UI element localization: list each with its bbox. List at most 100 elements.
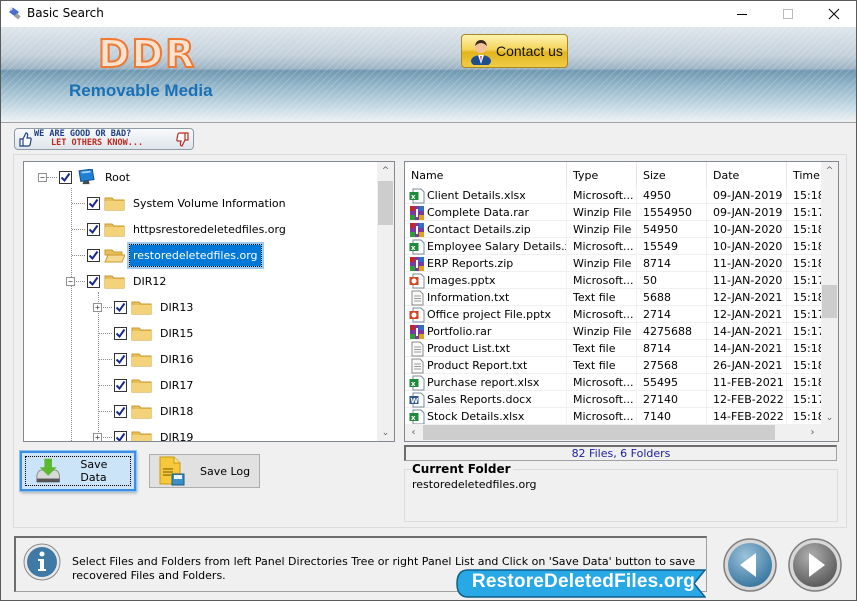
window-title: Basic Search [27,6,104,20]
column-header-name[interactable]: Name [405,162,567,187]
collapse-icon[interactable]: − [38,172,47,182]
tree-vertical-scrollbar[interactable]: ^ ⌄ [377,162,394,441]
file-list-row[interactable]: x Client Details.xlsx Microsoft... 4950 09-J… [405,187,827,204]
tree-item[interactable]: + DIR13 [93,294,196,320]
file-list-row[interactable]: W Sales Reports.docx Microsoft... 27140 12-F… [405,391,827,408]
tree-item-label[interactable]: DIR17 [157,377,196,394]
tree-item-label[interactable]: DIR15 [157,325,196,342]
tree-item-checkbox[interactable] [114,300,127,314]
file-date: 14-FEB-2022 [707,408,787,425]
tree-item[interactable]: restoredeletedfiles.org [66,242,262,268]
header-banner: DDR Removable Media Contact us [1,27,856,123]
file-list[interactable]: Name Type Size Date Time x Client Details… [404,161,839,442]
column-header-date[interactable]: Date [707,162,787,187]
tree-item[interactable]: − Root [38,164,133,190]
tree-item-checkbox[interactable] [87,222,100,236]
tree-item-checkbox[interactable] [114,430,127,441]
contact-us-label: Contact us [496,43,563,59]
scroll-up-arrow-icon[interactable]: ^ [821,162,838,179]
tree-item-checkbox[interactable] [114,352,127,366]
tree-item-label[interactable]: restoredeletedfiles.org [129,243,262,267]
file-date: 11-JAN-2020 [707,255,787,272]
next-button[interactable] [787,537,843,593]
file-size: 5688 [637,289,707,306]
maximize-button[interactable] [765,1,811,27]
tree-item[interactable]: DIR18 [93,398,196,424]
file-list-row[interactable]: Complete Data.rar Winzip File 1554950 09-JA… [405,204,827,221]
tree-item-label[interactable]: DIR12 [130,273,169,290]
directory-tree[interactable]: ^ ⌄ − Root System Volume Information httpsr… [23,161,395,442]
tree-item-checkbox[interactable] [87,274,100,288]
tree-item-label[interactable]: DIR18 [157,403,196,420]
svg-text:W: W [411,397,419,405]
scroll-left-arrow-icon[interactable]: ‹ [405,424,422,441]
file-date: 10-JAN-2020 [707,238,787,255]
file-name-cell: Complete Data.rar [405,204,567,221]
file-list-row[interactable]: Portfolio.rar Winzip File 4275688 14-JAN-20… [405,323,827,340]
tree-item[interactable]: httpsrestoredeletedfiles.org [66,216,289,242]
next-arrow-icon [788,538,842,592]
collapse-icon[interactable]: − [66,276,75,286]
file-list-row[interactable]: Information.txt Text file 5688 12-JAN-2021 1… [405,289,827,306]
expand-icon[interactable]: + [93,432,102,441]
file-count-status: 82 Files, 6 Folders [404,445,837,461]
save-data-button[interactable]: Save Data [20,451,136,491]
scroll-right-arrow-icon[interactable]: › [804,424,821,441]
file-list-row[interactable]: Office project File.pptx Microsoft... 2714… [405,306,827,323]
file-type: Text file [567,357,637,374]
tree-item-label[interactable]: DIR19 [157,429,196,442]
close-button[interactable] [811,1,857,27]
tree-item-label[interactable]: DIR16 [157,351,196,368]
file-name: Purchase report.xlsx [427,376,540,389]
file-list-row[interactable]: x Stock Details.xlsx Microsoft... 7140 14-FE… [405,408,827,425]
back-button[interactable] [722,537,778,593]
tree-item-checkbox[interactable] [114,378,127,392]
tree-item-label[interactable]: Root [102,169,133,186]
file-size: 8714 [637,255,707,272]
column-header-type[interactable]: Type [567,162,637,187]
file-list-row[interactable]: Images.pptx Microsoft... 50 11-JAN-2020 15:1… [405,272,827,289]
file-list-row[interactable]: Contact Details.zip Winzip File 54950 10-JA… [405,221,827,238]
tree-item[interactable]: − DIR12 [66,268,169,294]
save-log-label: Save Log [200,464,251,478]
folder-icon [127,377,152,393]
list-scroll-thumb[interactable] [822,285,837,318]
tree-scroll-thumb[interactable] [378,181,393,225]
contact-us-button[interactable]: Contact us [461,34,568,68]
tree-item-label[interactable]: httpsrestoredeletedfiles.org [130,221,289,238]
tree-item-checkbox[interactable] [114,326,127,340]
minimize-button[interactable] [719,1,765,27]
tree-item-checkbox[interactable] [87,196,100,210]
scroll-up-arrow-icon[interactable]: ^ [377,162,394,179]
tree-item[interactable]: DIR17 [93,372,196,398]
tree-item-label[interactable]: DIR13 [157,299,196,316]
scroll-down-arrow-icon[interactable]: ⌄ [377,424,394,441]
expand-icon[interactable]: + [93,302,102,312]
tree-item-checkbox[interactable] [114,404,127,418]
file-list-row[interactable]: Product Report.txt Text file 27568 26-JAN-2… [405,357,827,374]
list-hscroll-thumb[interactable] [423,425,775,440]
website-ribbon-text[interactable]: RestoreDeletedFiles.org [471,571,696,593]
list-horizontal-scrollbar[interactable]: ‹ › [405,424,838,441]
list-vertical-scrollbar[interactable]: ^ ⌄ [821,162,838,426]
file-type: Text file [567,340,637,357]
file-list-row[interactable]: x Employee Salary Details.x... Microsoft..… [405,238,827,255]
tree-item[interactable]: + DIR19 [93,424,196,442]
save-log-button[interactable]: Save Log [149,454,260,488]
file-name: Office project File.pptx [427,308,551,321]
tree-item-checkbox[interactable] [59,170,72,184]
column-header-size[interactable]: Size [637,162,707,187]
tree-item[interactable]: DIR16 [93,346,196,372]
rate-us-badge[interactable]: WE ARE GOOD OR BAD? LET OTHERS KNOW... [14,128,194,150]
file-list-row[interactable]: ERP Reports.zip Winzip File 8714 11-JAN-202… [405,255,827,272]
tree-item-checkbox[interactable] [87,248,100,262]
file-list-row[interactable]: Product List.txt Text file 8714 14-JAN-2021… [405,340,827,357]
tree-item[interactable]: DIR15 [93,320,196,346]
thumbs-up-icon [19,132,32,147]
file-list-row[interactable]: x Purchase report.xlsx Microsoft... 55495 11… [405,374,827,391]
tree-item[interactable]: System Volume Information [66,190,289,216]
tree-item-label[interactable]: System Volume Information [130,195,289,212]
folder-icon [127,403,152,419]
title-bar: Basic Search [1,1,856,27]
file-size: 8714 [637,340,707,357]
